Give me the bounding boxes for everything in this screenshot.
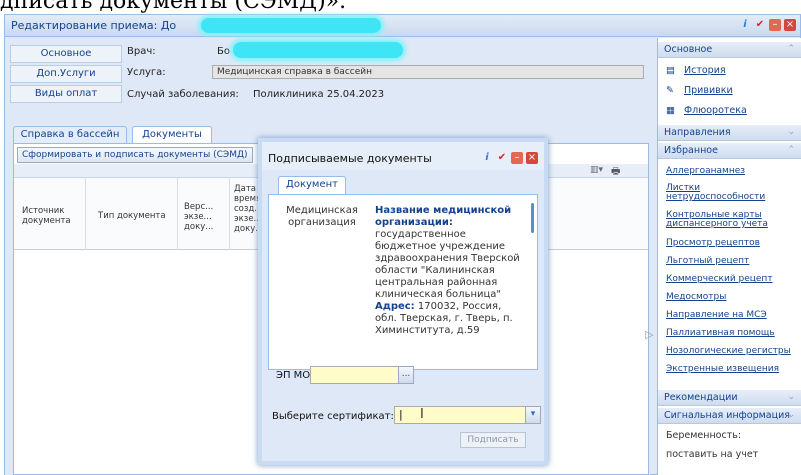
tab-document[interactable]: Документ: [278, 176, 346, 194]
expand-icon[interactable]: ⌄: [787, 125, 795, 140]
org-details: Название медицинской организации: госуда…: [375, 205, 525, 371]
close-icon[interactable]: ×: [784, 19, 796, 31]
service-field[interactable]: Медицинская справка в бассейн: [212, 65, 644, 79]
org-name-value: государственное бюджетное учреждение здр…: [375, 229, 520, 300]
window-title: Редактирование приема: До: [11, 19, 177, 32]
syringe-icon: ✎: [666, 85, 674, 96]
document-preview: Медицинская организация Название медицин…: [268, 194, 538, 370]
left-tab-payment-types[interactable]: Виды оплат: [10, 85, 122, 103]
left-tab-extra-services[interactable]: Доп.Услуги: [10, 65, 122, 83]
link-history[interactable]: ▤ История: [666, 65, 726, 76]
org-label: Медицинская организация: [286, 205, 358, 228]
fav-preferential-rx[interactable]: Льготный рецепт: [666, 257, 749, 266]
form-and-sign-button[interactable]: Сформировать и подписать документы (СЭМД…: [17, 147, 253, 163]
minimize-icon[interactable]: –: [511, 152, 523, 164]
col-version[interactable]: Верс... экзе... доку...: [178, 178, 230, 250]
section-favorites-header[interactable]: Избранное ⌃: [658, 143, 801, 159]
address-label: Адрес:: [375, 301, 415, 312]
minimize-icon[interactable]: –: [769, 19, 781, 31]
fav-sick-leave[interactable]: Листки нетрудоспособности: [666, 184, 796, 202]
expand-icon[interactable]: ⌄: [787, 408, 795, 423]
section-main-header[interactable]: Основное ⌃: [658, 42, 801, 58]
redaction-patient-name: [201, 18, 381, 33]
link-fluoro[interactable]: ▦ Флюоротека: [666, 105, 747, 116]
window-tools: i ✔ – ×: [739, 19, 796, 31]
certificate-label: Выберите сертификат:: [272, 411, 394, 422]
col-source[interactable]: Источник документа: [14, 178, 86, 250]
fav-view-prescriptions[interactable]: Просмотр рецептов: [666, 239, 760, 248]
section-directions-title: Направления: [664, 127, 731, 138]
signing-dialog: Подписываемые документы i ✔ – × Документ…: [258, 138, 548, 465]
link-vaccinations[interactable]: ✎ Прививки: [666, 85, 733, 96]
doctor-label: Врач:: [127, 46, 156, 57]
section-main-title: Основное: [664, 44, 713, 55]
info-icon[interactable]: i: [481, 152, 493, 164]
left-tab-main[interactable]: Основное: [10, 45, 122, 63]
xray-icon: ▦: [666, 105, 675, 116]
history-icon: ▤: [666, 65, 675, 76]
dialog-titlebar: Подписываемые документы i ✔ – ×: [262, 142, 544, 170]
ep-mo-field[interactable]: [310, 366, 400, 384]
i-beam-pointer-icon: I: [420, 407, 424, 422]
window-titlebar: Редактирование приема: До i ✔ – ×: [5, 15, 800, 37]
tab-documents[interactable]: Документы: [132, 126, 212, 144]
service-label: Услуга:: [127, 67, 166, 78]
dialog-title: Подписываемые документы: [268, 152, 432, 165]
certificate-combobox[interactable]: | I: [394, 406, 526, 424]
case-label: Случай заболевания:: [127, 89, 239, 100]
ep-mo-label: ЭП МО: [276, 370, 311, 381]
check-icon[interactable]: ✔: [754, 19, 766, 31]
document-caption: дписать документы (СЭМД)».: [0, 0, 347, 14]
check-icon[interactable]: ✔: [496, 152, 508, 164]
signal-register-link[interactable]: поставить на учет: [666, 449, 758, 460]
org-name-label: Название медицинской организации:: [375, 205, 512, 228]
collapse-icon[interactable]: ⌃: [787, 42, 795, 57]
redaction-doctor-name: [233, 42, 403, 58]
close-icon[interactable]: ×: [526, 152, 538, 164]
section-recommendations-title: Рекомендации: [664, 392, 738, 403]
fav-commercial-rx[interactable]: Коммерческий рецепт: [666, 275, 773, 284]
fav-emergency-notices[interactable]: Экстренные извещения: [666, 365, 779, 374]
fav-allergy[interactable]: Аллергоанамнез: [666, 167, 745, 176]
fav-palliative[interactable]: Паллиативная помощь: [666, 329, 775, 338]
text-cursor-icon: |: [399, 408, 403, 421]
section-directions-header[interactable]: Направления ⌄: [658, 125, 801, 141]
signal-pregnancy-label: Беременность:: [666, 430, 742, 441]
dialog-tools: i ✔ – ×: [481, 152, 538, 164]
sign-button[interactable]: Подписать: [460, 432, 526, 448]
tab-pool-certificate[interactable]: Справка в бассейн: [13, 126, 127, 144]
info-icon[interactable]: i: [739, 19, 751, 31]
panel-expand-arrow[interactable]: ▷: [645, 328, 653, 341]
fav-medical-exams[interactable]: Медосмотры: [666, 293, 726, 302]
expand-icon[interactable]: ⌄: [787, 390, 795, 405]
col-doc-type[interactable]: Тип документа: [86, 178, 178, 250]
columns-icon[interactable]: ▥▾: [590, 165, 603, 175]
case-value: Поликлиника 25.04.2023: [253, 89, 385, 100]
fav-dispensary-cards[interactable]: Контрольные карты диспансерного учета: [666, 211, 796, 229]
collapse-icon[interactable]: ⌃: [787, 143, 795, 158]
section-favorites-title: Избранное: [664, 145, 718, 156]
section-signal-header[interactable]: Сигнальная информация ⌄: [658, 408, 801, 424]
document-caption-strip: дписать документы (СЭМД)».: [0, 0, 801, 14]
section-signal-title: Сигнальная информация: [664, 410, 790, 421]
doctor-value: Бо: [217, 46, 230, 57]
section-recommendations-header[interactable]: Рекомендации ⌄: [658, 390, 801, 406]
fav-mse-referral[interactable]: Направление на МСЭ: [666, 311, 767, 320]
certificate-dropdown-trigger[interactable]: ▾: [525, 406, 541, 424]
ep-mo-select-button[interactable]: ...: [398, 366, 414, 384]
preview-scrollbar[interactable]: [531, 203, 534, 233]
right-panel: Основное ⌃ ▤ История ✎ Прививки ▦ Флюоротек…: [657, 38, 801, 475]
fav-nosology-registers[interactable]: Нозологические регистры: [666, 347, 791, 356]
